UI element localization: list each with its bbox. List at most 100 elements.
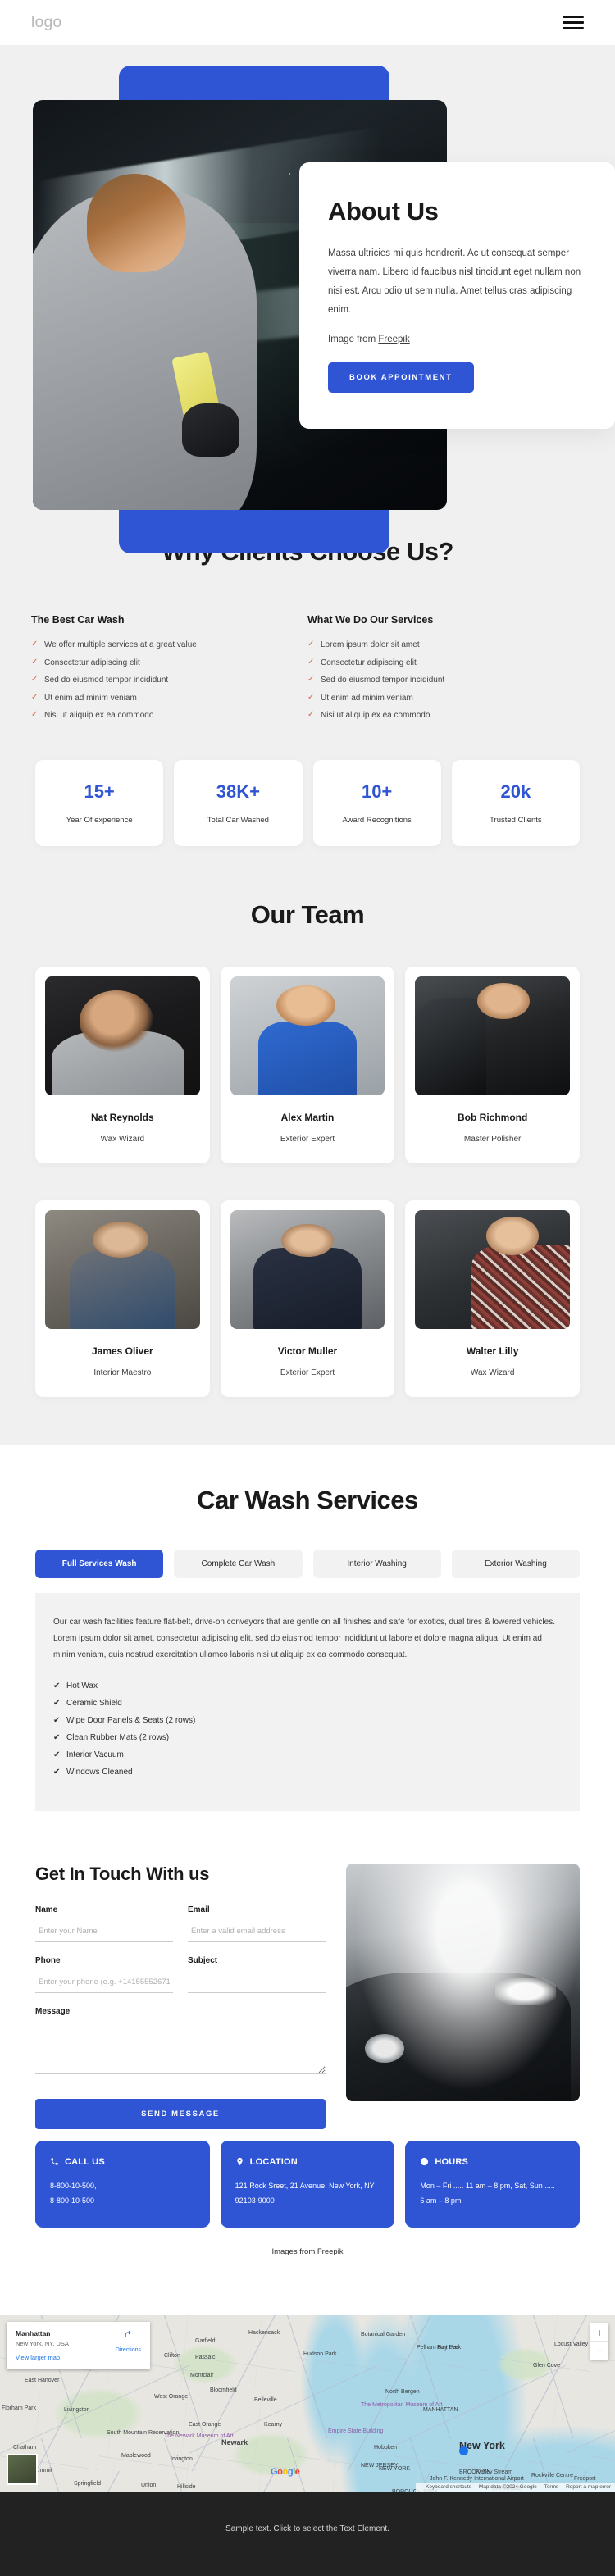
keyboard-shortcuts-link[interactable]: Keyboard shortcuts xyxy=(426,2484,472,2490)
terms-link[interactable]: Terms xyxy=(544,2484,559,2490)
why-column-title: The Best Car Wash xyxy=(31,614,125,626)
contact-photo xyxy=(346,1863,580,2101)
team-grid-row-2: James Oliver Interior Maestro Victor Mul… xyxy=(0,1163,615,1397)
info-card-title: HOURS xyxy=(435,2156,469,2167)
why-item-label: We offer multiple services at a great va… xyxy=(44,640,197,649)
hero-section: About Us Massa ultricies mi quis hendrer… xyxy=(0,45,615,553)
info-card-header: LOCATION xyxy=(235,2157,380,2167)
map-label: West Orange xyxy=(154,2393,189,2400)
check-icon: ✓ xyxy=(308,675,315,684)
glove-shape xyxy=(181,403,240,457)
map-label: The Metropolitan Museum of Art xyxy=(361,2401,443,2408)
why-column-best-car-wash: The Best Car Wash ✓ We offer multiple ser… xyxy=(31,614,308,729)
services-panel: Our car wash facilities feature flat-bel… xyxy=(35,1592,580,1811)
directions-button[interactable]: Directions xyxy=(116,2329,141,2355)
services-feature-list: ✔ Hot Wax ✔ Ceramic Shield ✔ Wipe Door Pane… xyxy=(53,1682,562,1777)
why-list: ✓ We offer multiple services at a great v… xyxy=(31,639,278,720)
stat-number: 38K+ xyxy=(216,781,260,802)
why-item-label: Lorem ipsum dolor sit amet xyxy=(321,640,420,649)
logo-letter: G xyxy=(271,2466,278,2477)
service-feature: ✔ Hot Wax xyxy=(53,1682,562,1691)
map-label: Newark xyxy=(221,2437,248,2446)
service-feature-label: Clean Rubber Mats (2 rows) xyxy=(66,1732,170,1742)
why-column-title: What We Do Our Services xyxy=(308,614,434,626)
tab-full-services-wash[interactable]: Full Services Wash xyxy=(35,1549,164,1578)
service-feature: ✔ Ceramic Shield xyxy=(53,1699,562,1708)
freepik-link[interactable]: Freepik xyxy=(317,2247,344,2256)
about-us-card: About Us Massa ultricies mi quis hendrer… xyxy=(299,162,615,429)
map-label: Belleville xyxy=(254,2396,277,2403)
stat-number: 15+ xyxy=(84,781,115,802)
why-list-item: ✓ Sed do eiusmod tempor incididunt xyxy=(31,675,278,685)
freepik-link[interactable]: Freepik xyxy=(378,335,409,344)
why-list-item: ✓ Ut enim ad minim veniam xyxy=(308,692,554,703)
subject-input[interactable] xyxy=(188,1972,326,1993)
check-icon: ✔ xyxy=(53,1698,61,1708)
stat-label: Total Car Washed xyxy=(207,815,269,825)
map-label: Bloomfield xyxy=(210,2387,237,2393)
why-item-label: Consectetur adipiscing elit xyxy=(321,658,417,667)
name-field-group: Name xyxy=(35,1905,173,1942)
worker-head xyxy=(86,174,186,272)
team-heading: Our Team xyxy=(250,899,365,929)
map-zoom-controls: + − xyxy=(590,2323,608,2360)
phone-label: Phone xyxy=(35,1955,61,1965)
tab-exterior-washing[interactable]: Exterior Washing xyxy=(451,1549,580,1578)
map-label: Kearny xyxy=(264,2421,283,2428)
send-message-button[interactable]: SEND MESSAGE xyxy=(35,2098,326,2129)
book-appointment-button[interactable]: BOOK APPOINTMENT xyxy=(328,362,474,393)
team-member-name: Bob Richmond xyxy=(458,1111,528,1123)
check-icon: ✓ xyxy=(308,657,315,667)
contact-heading: Get In Touch With us xyxy=(35,1863,210,1884)
burger-line xyxy=(563,21,584,24)
map-label: Botanical Garden xyxy=(361,2331,406,2337)
team-member-name: James Oliver xyxy=(91,1345,153,1357)
directions-icon xyxy=(125,2330,131,2337)
check-icon: ✓ xyxy=(308,692,315,702)
info-card-line: 6 am – 8 pm xyxy=(420,2196,462,2205)
google-map[interactable]: New York Newark MANHATTAN BROOKLYN Hackensac… xyxy=(0,2314,615,2492)
stat-number: 20k xyxy=(500,781,531,802)
zoom-out-button[interactable]: − xyxy=(590,2342,608,2360)
team-grid-row-1: Nat Reynolds Wax Wizard Alex Martin Exte… xyxy=(0,930,615,1163)
info-card-call-us: CALL US 8-800-10-500, 8-800-10-500 xyxy=(35,2140,210,2228)
email-input[interactable] xyxy=(188,1921,326,1942)
burger-line xyxy=(563,26,584,30)
info-card-title: LOCATION xyxy=(249,2156,298,2167)
directions-label: Directions xyxy=(115,2346,141,2353)
message-field-group: Message xyxy=(35,2007,326,2078)
footer-sample-text[interactable]: Sample text. Click to select the Text El… xyxy=(226,2524,390,2533)
site-logo[interactable]: logo xyxy=(31,14,62,32)
zoom-in-button[interactable]: + xyxy=(590,2323,608,2342)
site-header: logo xyxy=(0,0,615,45)
why-list: ✓ Lorem ipsum dolor sit amet ✓ Consectetur… xyxy=(308,639,554,720)
tab-interior-washing[interactable]: Interior Washing xyxy=(312,1549,441,1578)
why-item-label: Ut enim ad minim veniam xyxy=(44,693,137,703)
team-member-name: Nat Reynolds xyxy=(90,1111,154,1123)
map-label: Florham Park xyxy=(2,2405,37,2411)
info-card-line: 92103-9000 xyxy=(235,2196,275,2205)
subject-field-group: Subject xyxy=(188,1956,326,1993)
team-card: Bob Richmond Master Polisher xyxy=(405,966,580,1163)
map-data-text: Map data ©2024 Google xyxy=(478,2483,537,2490)
message-textarea[interactable] xyxy=(35,2023,326,2074)
map-label: Chatham xyxy=(13,2444,37,2451)
contact-wrapper: Get In Touch With us Name Email Phone xyxy=(0,1863,615,2129)
why-list-item: ✓ Sed do eiusmod tempor incididunt xyxy=(308,675,554,685)
tab-complete-car-wash[interactable]: Complete Car Wash xyxy=(174,1549,303,1578)
hamburger-menu-icon[interactable] xyxy=(563,16,584,30)
map-marker-airport[interactable] xyxy=(459,2446,468,2455)
map-satellite-thumbnail[interactable] xyxy=(7,2453,38,2485)
info-card-body: Mon – Fri ..... 11 am – 8 pm, Sat, Sun .… xyxy=(420,2178,565,2208)
map-label: Valley Stream xyxy=(477,2469,513,2475)
name-input[interactable] xyxy=(35,1921,173,1942)
page-root: logo About Us Massa ultricies mi quis he… xyxy=(0,0,615,2576)
map-label: Empire State Building xyxy=(328,2428,384,2434)
why-list-item: ✓ Lorem ipsum dolor sit amet xyxy=(308,639,554,649)
phone-input[interactable] xyxy=(35,1972,173,1993)
services-tabs: Full Services Wash Complete Car Wash Int… xyxy=(0,1515,615,1578)
report-map-error-link[interactable]: Report a map error xyxy=(566,2484,611,2490)
team-member-photo xyxy=(45,1209,200,1329)
services-section: Car Wash Services Full Services Wash Com… xyxy=(0,1444,615,1859)
logo-letter: e xyxy=(294,2466,300,2477)
